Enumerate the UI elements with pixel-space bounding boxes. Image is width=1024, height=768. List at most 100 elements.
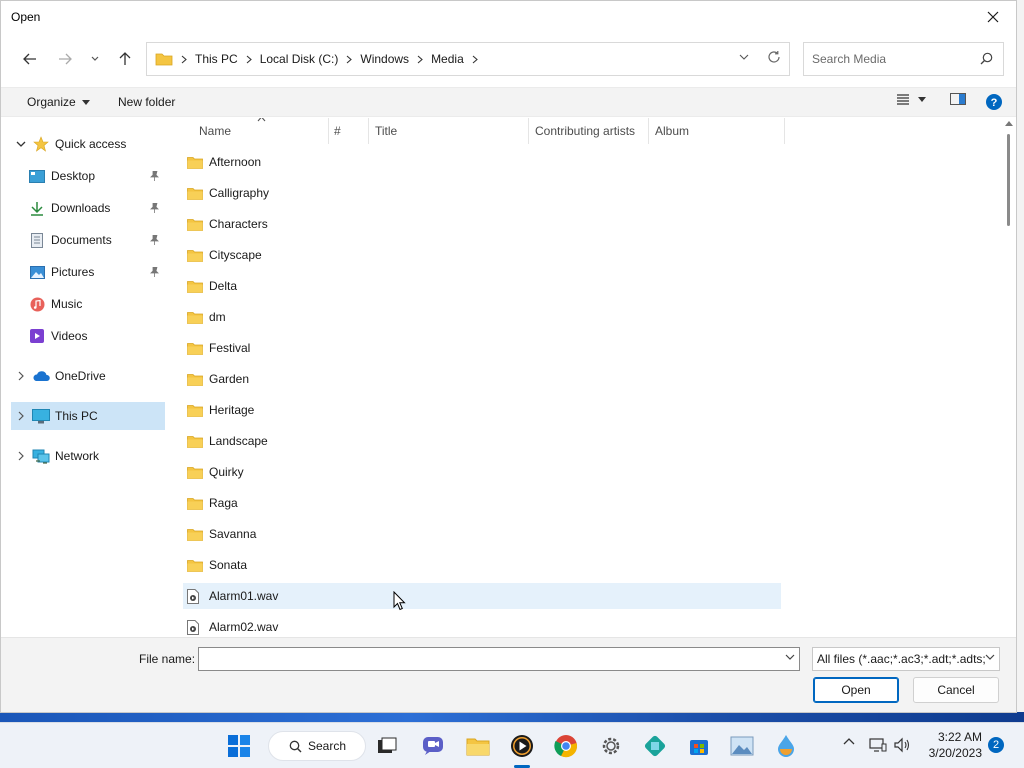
- pin-icon: [150, 234, 159, 248]
- up-button[interactable]: [111, 45, 139, 73]
- breadcrumb-this-pc[interactable]: This PC: [195, 52, 238, 66]
- column-title[interactable]: Title: [375, 124, 397, 138]
- refresh-icon[interactable]: [767, 50, 781, 64]
- breadcrumb-media[interactable]: Media: [431, 52, 464, 66]
- photos-button[interactable]: [727, 731, 757, 761]
- file-row[interactable]: Alarm02.wav: [183, 614, 781, 636]
- recent-locations-button[interactable]: [83, 45, 107, 73]
- folder-row[interactable]: Raga: [183, 490, 781, 516]
- folder-row[interactable]: Garden: [183, 366, 781, 392]
- breadcrumb-separator[interactable]: [346, 55, 353, 64]
- vertical-scrollbar[interactable]: [1001, 118, 1016, 636]
- volume-icon[interactable]: [893, 737, 911, 753]
- column-divider[interactable]: [528, 118, 529, 144]
- nav-music[interactable]: Music: [11, 290, 165, 318]
- breadcrumb-separator[interactable]: [472, 55, 478, 64]
- taskbar: Search 3:22 AM 3/20/2023 2: [0, 722, 1024, 768]
- file-name-combobox[interactable]: [198, 647, 800, 671]
- app-button[interactable]: [640, 731, 670, 761]
- system-clock[interactable]: 3:22 AM 3/20/2023: [920, 729, 982, 761]
- view-options-button[interactable]: [896, 93, 926, 105]
- navigation-pane: Quick access Desktop Downloads Documents…: [9, 118, 166, 636]
- paint-button[interactable]: [771, 731, 801, 761]
- teams-chat-button[interactable]: [418, 731, 448, 761]
- nav-network[interactable]: Network: [11, 442, 165, 470]
- media-player-icon: [511, 735, 533, 757]
- file-name-label: File name:: [139, 652, 196, 666]
- search-input[interactable]: [812, 52, 972, 66]
- file-explorer-button[interactable]: [463, 731, 493, 761]
- nav-desktop[interactable]: Desktop: [11, 162, 165, 190]
- column-album[interactable]: Album: [655, 124, 689, 138]
- nav-videos[interactable]: Videos: [11, 322, 165, 350]
- folder-row[interactable]: Afternoon: [183, 149, 781, 175]
- help-button[interactable]: ?: [986, 94, 1002, 110]
- chevron-down-icon[interactable]: [11, 141, 31, 147]
- nav-quick-access[interactable]: Quick access: [11, 130, 165, 158]
- file-row[interactable]: Alarm01.wav: [183, 583, 781, 609]
- chevron-right-icon[interactable]: [11, 411, 31, 421]
- folder-row[interactable]: Heritage: [183, 397, 781, 423]
- start-button[interactable]: [224, 731, 254, 761]
- preview-pane-button[interactable]: [950, 93, 966, 105]
- folder-row[interactable]: Festival: [183, 335, 781, 361]
- column-divider[interactable]: [368, 118, 369, 144]
- breadcrumb-separator[interactable]: [246, 55, 252, 64]
- column-name[interactable]: Name: [199, 124, 231, 138]
- nav-this-pc[interactable]: This PC: [11, 402, 165, 430]
- microsoft-store-button[interactable]: [684, 731, 714, 761]
- cancel-label: Cancel: [937, 683, 975, 697]
- address-history-dropdown-icon[interactable]: [739, 54, 749, 60]
- task-view-button[interactable]: [372, 731, 402, 761]
- organize-menu-button[interactable]: Organize: [27, 95, 90, 109]
- new-folder-button[interactable]: New folder: [118, 95, 175, 109]
- scrollbar-thumb[interactable]: [1007, 134, 1010, 226]
- search-box[interactable]: [803, 42, 1004, 76]
- breadcrumb-local-disk[interactable]: Local Disk (C:): [260, 52, 339, 66]
- file-list[interactable]: Name # Title Contributing artists Album …: [167, 118, 1001, 636]
- chevron-right-icon[interactable]: [11, 451, 31, 461]
- open-button[interactable]: Open: [813, 677, 899, 703]
- folder-row[interactable]: Characters: [183, 211, 781, 237]
- chrome-button[interactable]: [551, 731, 581, 761]
- settings-button[interactable]: [596, 731, 626, 761]
- nav-downloads[interactable]: Downloads: [11, 194, 165, 222]
- column-number[interactable]: #: [334, 124, 341, 138]
- folder-row[interactable]: Cityscape: [183, 242, 781, 268]
- chevron-up-icon[interactable]: [843, 737, 855, 745]
- file-name-input[interactable]: [199, 648, 769, 670]
- column-divider[interactable]: [784, 118, 785, 144]
- nav-documents[interactable]: Documents: [11, 226, 165, 254]
- notification-badge[interactable]: 2: [988, 737, 1004, 753]
- folder-row[interactable]: dm: [183, 304, 781, 330]
- nav-pictures[interactable]: Pictures: [11, 258, 165, 286]
- folder-row[interactable]: Savanna: [183, 521, 781, 547]
- folder-row[interactable]: Delta: [183, 273, 781, 299]
- forward-arrow-icon: [59, 53, 72, 65]
- network-status-icon[interactable]: [869, 737, 887, 753]
- nav-onedrive[interactable]: OneDrive: [11, 362, 165, 390]
- taskbar-search-button[interactable]: Search: [268, 731, 366, 761]
- forward-button[interactable]: [51, 45, 79, 73]
- nav-label: Videos: [51, 329, 88, 343]
- pin-icon: [150, 266, 159, 280]
- folder-row[interactable]: Calligraphy: [183, 180, 781, 206]
- column-divider[interactable]: [328, 118, 329, 144]
- scroll-up-arrow-icon[interactable]: [1005, 120, 1013, 126]
- folder-row[interactable]: Quirky: [183, 459, 781, 485]
- column-divider[interactable]: [648, 118, 649, 144]
- folder-icon: [187, 248, 203, 262]
- chevron-down-icon[interactable]: [785, 654, 795, 660]
- folder-row[interactable]: Landscape: [183, 428, 781, 454]
- file-type-select[interactable]: All files (*.aac;*.ac3;*.adt;*.adts;: [812, 647, 1000, 671]
- close-button[interactable]: [970, 1, 1016, 33]
- back-button[interactable]: [16, 45, 44, 73]
- breadcrumb-windows[interactable]: Windows: [360, 52, 409, 66]
- address-bar[interactable]: This PC Local Disk (C:) Windows Media: [146, 42, 790, 76]
- breadcrumb-separator[interactable]: [417, 55, 423, 64]
- chevron-right-icon[interactable]: [11, 371, 31, 381]
- column-contributing-artists[interactable]: Contributing artists: [535, 124, 635, 138]
- folder-row[interactable]: Sonata: [183, 552, 781, 578]
- cancel-button[interactable]: Cancel: [913, 677, 999, 703]
- media-player-button[interactable]: [507, 731, 537, 761]
